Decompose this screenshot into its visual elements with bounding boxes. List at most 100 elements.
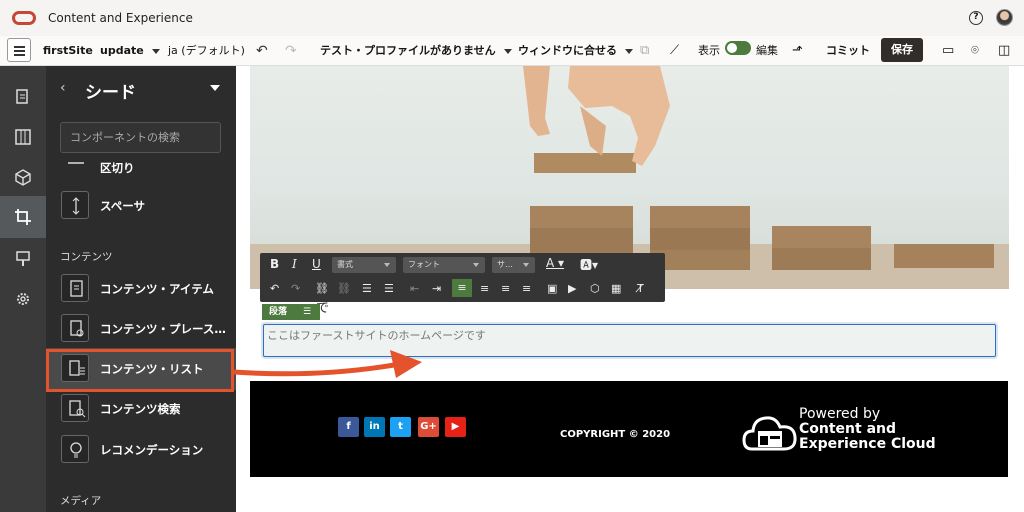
video-icon[interactable]: ▶ bbox=[568, 282, 576, 295]
hamburger-icon bbox=[14, 46, 25, 48]
site-toolbar: firstSite update ja (デフォルト) ↶ ↷ テスト・プロファ… bbox=[0, 36, 1024, 66]
copyright-text: COPYRIGHT © 2020 bbox=[560, 429, 671, 440]
paragraph-tag[interactable]: 段落 ☰ bbox=[262, 304, 320, 320]
panel-title: シード bbox=[85, 83, 136, 103]
outdent-icon[interactable]: ⇤ bbox=[410, 282, 419, 295]
component-divider[interactable]: 区切り bbox=[46, 149, 236, 187]
component-content-placeholder[interactable]: コンテンツ・プレース… bbox=[46, 311, 236, 349]
font-dropdown[interactable]: フォント bbox=[403, 257, 485, 273]
justify-icon[interactable]: ≡ bbox=[522, 282, 531, 295]
component-spacer[interactable]: スペーサ bbox=[46, 188, 236, 226]
section-content-heading: コンテンツ bbox=[60, 251, 113, 263]
rail-pages[interactable] bbox=[0, 76, 46, 116]
numbered-list-icon[interactable]: ☰ bbox=[362, 282, 372, 295]
device-preview-icon[interactable]: ⧉ bbox=[640, 36, 649, 66]
avatar[interactable] bbox=[996, 9, 1013, 26]
annotation-highlight-box bbox=[46, 349, 234, 392]
pages-icon bbox=[16, 89, 28, 104]
cube-icon bbox=[15, 169, 31, 186]
sidebar-toggle-icon[interactable]: ◫ bbox=[998, 36, 1010, 66]
size-dropdown[interactable]: サ… bbox=[492, 257, 535, 273]
align-left-button[interactable]: ≡ bbox=[452, 279, 472, 297]
text-color-button[interactable]: A ▾ bbox=[546, 256, 564, 270]
view-label: 表示 bbox=[698, 44, 720, 57]
component-content-search[interactable]: コンテンツ検索 bbox=[46, 391, 236, 429]
document-icon bbox=[61, 274, 89, 302]
component-label: コンテンツ・プレース… bbox=[100, 322, 226, 336]
spacer-icon bbox=[61, 191, 89, 219]
linkedin-icon[interactable]: in bbox=[364, 417, 385, 437]
component-label: スペーサ bbox=[100, 199, 145, 213]
oracle-logo-icon[interactable] bbox=[12, 11, 36, 25]
table-icon[interactable]: ▦ bbox=[611, 282, 621, 295]
search-document-icon bbox=[61, 394, 89, 422]
component-label: レコメンデーション bbox=[100, 443, 204, 457]
twitter-icon[interactable]: t bbox=[390, 417, 411, 437]
publish-icon[interactable]: ⬏ bbox=[792, 36, 803, 66]
background-color-button[interactable]: 🅰︎▾ bbox=[580, 256, 598, 273]
rail-seeded[interactable] bbox=[0, 196, 46, 238]
youtube-icon[interactable]: ▶ bbox=[445, 417, 466, 437]
undo-icon[interactable]: ↶ bbox=[270, 282, 279, 295]
powered-line-1: Powered by bbox=[799, 406, 881, 422]
component-icon[interactable]: ⬡ bbox=[590, 282, 600, 295]
lightbulb-icon bbox=[61, 435, 89, 463]
bold-button[interactable]: B bbox=[270, 257, 279, 271]
back-arrow-icon[interactable]: ‹ bbox=[60, 80, 66, 96]
fit-window-dropdown[interactable]: ウィンドウに合せる bbox=[518, 36, 633, 66]
component-content-item[interactable]: コンテンツ・アイテム bbox=[46, 271, 236, 309]
update-dropdown[interactable]: update bbox=[100, 36, 160, 66]
language-select[interactable]: ja (デフォルト) bbox=[168, 36, 245, 66]
section-media-heading: メディア bbox=[60, 495, 102, 507]
clear-format-icon[interactable]: T̸ bbox=[637, 282, 644, 295]
annotation-arrow-icon bbox=[233, 350, 422, 378]
format-dropdown[interactable]: 書式 bbox=[332, 257, 396, 273]
undo-icon[interactable]: ↶ bbox=[256, 36, 268, 66]
italic-button[interactable]: I bbox=[292, 257, 297, 271]
crop-icon bbox=[15, 209, 31, 225]
rail-components[interactable] bbox=[0, 156, 46, 196]
rail-layout[interactable] bbox=[0, 116, 46, 156]
redo-icon[interactable]: ↷ bbox=[285, 36, 297, 66]
hamburger-line bbox=[14, 54, 25, 56]
title-bar: Content and Experience ? bbox=[0, 0, 1024, 36]
indent-icon[interactable]: ⇥ bbox=[432, 282, 441, 295]
rich-text-toolbar: B I U 書式 フォント サ… A ▾ 🅰︎▾ ↶ ↷ ⛓ ⛓ ☰ ☰ ⇤ ⇥… bbox=[260, 253, 665, 302]
rail-themes[interactable] bbox=[0, 238, 46, 278]
view-edit-toggle[interactable] bbox=[725, 41, 751, 55]
unlink-icon[interactable]: ⛓ bbox=[337, 282, 351, 295]
facebook-icon[interactable]: f bbox=[338, 417, 359, 437]
left-rail bbox=[0, 66, 46, 512]
powered-line-2: Content and bbox=[799, 421, 897, 437]
align-center-icon[interactable]: ≡ bbox=[480, 282, 489, 295]
hamburger-line bbox=[14, 50, 25, 52]
profile-label: テスト・プロファイルがありません bbox=[320, 44, 496, 57]
link-icon[interactable]: ⛓ bbox=[315, 282, 329, 295]
app-title: Content and Experience bbox=[48, 11, 193, 25]
chevron-down-icon[interactable] bbox=[210, 85, 220, 91]
bulleted-list-icon[interactable]: ☰ bbox=[384, 282, 394, 295]
save-button[interactable]: 保存 bbox=[881, 38, 923, 62]
comment-icon[interactable]: ▭ bbox=[942, 36, 954, 66]
underline-button[interactable]: U bbox=[312, 257, 321, 271]
gear-icon bbox=[17, 293, 29, 305]
edit-label: 編集 bbox=[756, 44, 778, 57]
align-right-icon[interactable]: ≡ bbox=[501, 282, 510, 295]
site-name[interactable]: firstSite bbox=[43, 36, 93, 66]
rail-settings[interactable] bbox=[0, 278, 46, 318]
help-icon[interactable]: ? bbox=[969, 11, 983, 25]
redo-icon[interactable]: ↷ bbox=[291, 282, 300, 295]
ruler-icon[interactable]: ⟋ bbox=[670, 36, 679, 66]
commit-button[interactable]: コミット bbox=[826, 36, 870, 66]
update-label: update bbox=[100, 44, 144, 57]
google-plus-icon[interactable]: G+ bbox=[418, 417, 439, 437]
component-label: コンテンツ検索 bbox=[100, 402, 181, 416]
menu-button[interactable] bbox=[7, 38, 31, 62]
image-icon[interactable]: ▣ bbox=[547, 282, 557, 295]
profile-dropdown[interactable]: テスト・プロファイルがありません bbox=[320, 36, 512, 66]
paragraph-text: ここはファーストサイトのホームページです bbox=[267, 329, 486, 342]
location-icon[interactable]: ⌾ bbox=[971, 36, 979, 66]
powered-by-text: Powered by Content and Experience Cloud bbox=[799, 407, 936, 452]
component-label: 区切り bbox=[100, 161, 135, 175]
component-recommendation[interactable]: レコメンデーション bbox=[46, 432, 236, 470]
